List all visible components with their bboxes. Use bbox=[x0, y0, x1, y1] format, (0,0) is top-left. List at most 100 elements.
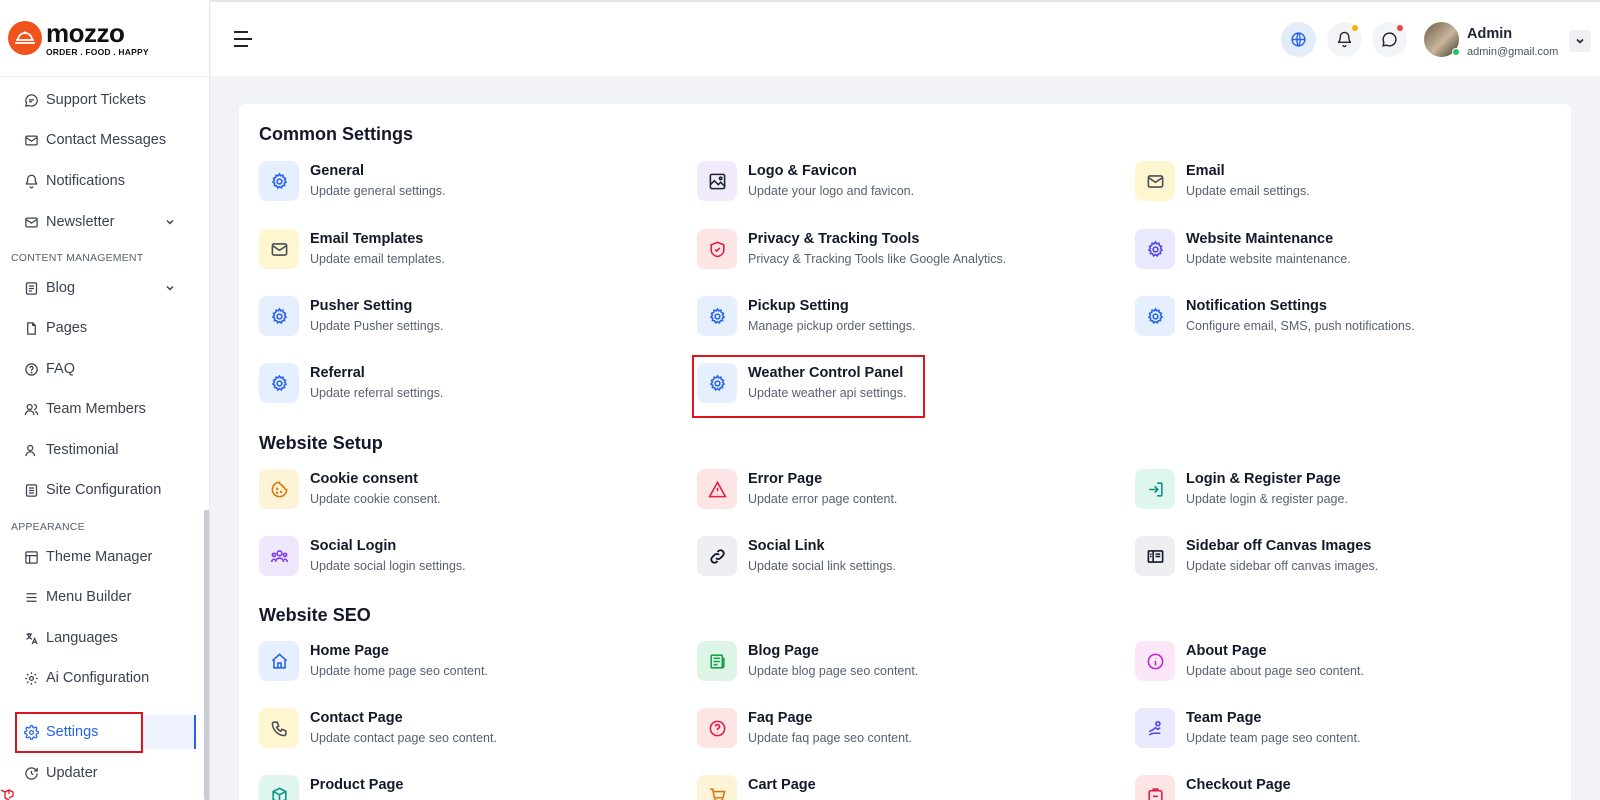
sidebar-item-label: Theme Manager bbox=[46, 549, 153, 565]
setting-title: Product Page bbox=[310, 777, 404, 793]
brand-name: mozzo bbox=[46, 17, 125, 48]
setting-logo-favicon[interactable]: Logo & Favicon Update your logo and favic… bbox=[697, 160, 1117, 210]
setting-website-maintenance[interactable]: Website Maintenance Update website mainte… bbox=[1135, 228, 1555, 278]
setting-description: Update team page seo content. bbox=[1186, 731, 1361, 745]
help-icon bbox=[25, 362, 38, 376]
setting-description: Privacy & Tracking Tools like Google Ana… bbox=[748, 252, 1007, 266]
setting-about-page[interactable]: About Page Update about page seo content. bbox=[1135, 640, 1555, 690]
ai-icon bbox=[25, 671, 38, 685]
setting-social-link[interactable]: Social Link Update social link settings. bbox=[697, 535, 1117, 585]
setting-description: Update general settings. bbox=[310, 184, 446, 198]
setting-title: Privacy & Tracking Tools bbox=[748, 231, 920, 247]
setting-description: Update website maintenance. bbox=[1186, 252, 1351, 266]
notifications-button[interactable] bbox=[1327, 22, 1362, 57]
setting-cart-page[interactable]: Cart Page bbox=[697, 774, 1117, 800]
gear-icon bbox=[259, 161, 299, 201]
checkout-icon bbox=[1135, 775, 1175, 800]
sidebar-item-site-configuration[interactable]: Site Configuration bbox=[14, 473, 196, 507]
setting-referral[interactable]: Referral Update referral settings. bbox=[259, 362, 679, 412]
setting-pickup[interactable]: Pickup Setting Manage pickup order settin… bbox=[697, 295, 1117, 345]
setting-description: Manage pickup order settings. bbox=[748, 319, 916, 333]
user-menu-toggle[interactable] bbox=[1569, 30, 1591, 52]
sidebar-item-contact-messages[interactable]: Contact Messages bbox=[14, 123, 196, 157]
setting-home-page[interactable]: Home Page Update home page seo content. bbox=[259, 640, 679, 690]
setting-description: Update referral settings. bbox=[310, 386, 444, 400]
sidebar-item-label: Contact Messages bbox=[46, 132, 167, 148]
gear-icon bbox=[697, 296, 737, 336]
warning-icon bbox=[697, 469, 737, 509]
setting-faq-page[interactable]: Faq Page Update faq page seo content. bbox=[697, 707, 1117, 757]
language-button[interactable] bbox=[1281, 22, 1316, 57]
setting-social-login[interactable]: Social Login Update social login settings… bbox=[259, 535, 679, 585]
setting-pusher[interactable]: Pusher Setting Update Pusher settings. bbox=[259, 295, 679, 345]
chevron-down-icon bbox=[1576, 38, 1584, 44]
sidebar-item-notifications[interactable]: Notifications bbox=[14, 164, 196, 198]
news-icon bbox=[697, 641, 737, 681]
sidebar-item-label: Site Configuration bbox=[46, 482, 162, 498]
sidebar-item-menu-builder[interactable]: Menu Builder bbox=[14, 580, 196, 614]
user-name: Admin bbox=[1467, 26, 1513, 42]
setting-email-templates[interactable]: Email Templates Update email templates. bbox=[259, 228, 679, 278]
setting-title: Pickup Setting bbox=[748, 298, 849, 314]
setting-blog-page[interactable]: Blog Page Update blog page seo content. bbox=[697, 640, 1117, 690]
setting-cookie-consent[interactable]: Cookie consent Update cookie consent. bbox=[259, 468, 679, 518]
sidebar-item-label: Menu Builder bbox=[46, 589, 132, 605]
box-icon bbox=[259, 775, 299, 800]
setting-checkout-page[interactable]: Checkout Page bbox=[1135, 774, 1555, 800]
sidebar-item-label: Updater bbox=[46, 765, 98, 781]
message-dot bbox=[1397, 25, 1403, 31]
sidebar-item-label: Blog bbox=[46, 280, 76, 296]
setting-description: Update error page content. bbox=[748, 492, 898, 506]
setting-team-page[interactable]: Team Page Update team page seo content. bbox=[1135, 707, 1555, 757]
laravel-icon bbox=[0, 789, 14, 800]
sidebar-item-label: Pages bbox=[46, 320, 88, 336]
setting-general[interactable]: General Update general settings. bbox=[259, 160, 679, 210]
chat-icon bbox=[25, 93, 38, 107]
sidebar-item-theme-manager[interactable]: Theme Manager bbox=[14, 540, 196, 574]
brand-logo[interactable]: mozzo ORDER . FOOD . HAPPY bbox=[0, 0, 209, 77]
setting-title: Blog Page bbox=[748, 643, 819, 659]
sidebar-item-pages[interactable]: Pages bbox=[14, 311, 196, 345]
mail-icon bbox=[1135, 161, 1175, 201]
sidebar-item-team-members[interactable]: Team Members bbox=[14, 392, 196, 426]
messages-button[interactable] bbox=[1372, 22, 1407, 57]
setting-description: Update social link settings. bbox=[748, 559, 896, 573]
sidebar-item-newsletter[interactable]: Newsletter bbox=[14, 205, 196, 239]
brand-tagline: ORDER . FOOD . HAPPY bbox=[46, 46, 149, 57]
sidebar-item-updater[interactable]: Updater bbox=[14, 756, 196, 790]
setting-title: General bbox=[310, 163, 364, 179]
sidebar-item-faq[interactable]: FAQ bbox=[14, 352, 196, 386]
setting-description: Update about page seo content. bbox=[1186, 664, 1364, 678]
setting-title: Social Login bbox=[310, 538, 397, 554]
bell-icon bbox=[1337, 31, 1352, 48]
sidebar-scrollbar[interactable] bbox=[204, 510, 209, 800]
setting-privacy-tracking[interactable]: Privacy & Tracking Tools Privacy & Tracki… bbox=[697, 228, 1117, 278]
setting-title: Faq Page bbox=[748, 710, 813, 726]
link-icon bbox=[697, 536, 737, 576]
setting-error-page[interactable]: Error Page Update error page content. bbox=[697, 468, 1117, 518]
setting-notification[interactable]: Notification Settings Configure email, SM… bbox=[1135, 295, 1555, 345]
sidebar-item-label: Languages bbox=[46, 630, 118, 646]
setting-description: Configure email, SMS, push notifications… bbox=[1186, 319, 1415, 333]
setting-description: Update social login settings. bbox=[310, 559, 466, 573]
sidebar-item-languages[interactable]: Languages bbox=[14, 621, 196, 655]
setting-title: Logo & Favicon bbox=[748, 163, 857, 179]
hamburger-menu-icon[interactable] bbox=[233, 30, 253, 48]
home-icon bbox=[259, 641, 299, 681]
setting-product-page[interactable]: Product Page bbox=[259, 774, 679, 800]
setting-email[interactable]: Email Update email settings. bbox=[1135, 160, 1555, 210]
setting-login-register[interactable]: Login & Register Page Update login & regi… bbox=[1135, 468, 1555, 518]
setting-description: Update email settings. bbox=[1186, 184, 1310, 198]
gear-icon bbox=[1135, 296, 1175, 336]
sidebar-item-blog[interactable]: Blog bbox=[14, 271, 196, 305]
sidebar-item-testimonial[interactable]: Testimonial bbox=[14, 433, 196, 467]
setting-sidebar-canvas-images[interactable]: Sidebar off Canvas Images Update sidebar … bbox=[1135, 535, 1555, 585]
mail-icon bbox=[259, 229, 299, 269]
users-icon bbox=[24, 403, 39, 415]
sidebar-item-ai-configuration[interactable]: Ai Configuration bbox=[14, 661, 196, 695]
setting-title: Social Link bbox=[748, 538, 825, 554]
newsletter-icon bbox=[25, 217, 38, 227]
setting-contact-page[interactable]: Contact Page Update contact page seo cont… bbox=[259, 707, 679, 757]
setting-description: Update contact page seo content. bbox=[310, 731, 497, 745]
sidebar-item-support-tickets[interactable]: Support Tickets bbox=[14, 83, 196, 117]
